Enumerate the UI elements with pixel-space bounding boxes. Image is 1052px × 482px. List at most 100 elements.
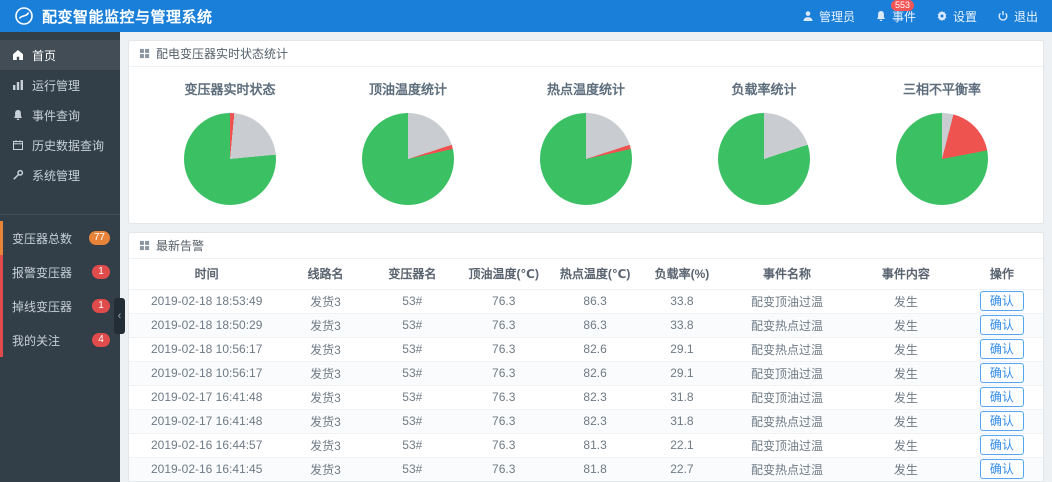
alarm-cell: 发生	[851, 456, 961, 481]
alarm-column-header: 事件内容	[881, 267, 930, 282]
alarm-column-header: 变压器名	[388, 267, 437, 282]
table-row: 2019-02-17 16:41:48 发货3 53# 76.3 82.3 31.8 配变顶…	[129, 384, 1043, 409]
alarm-column-header: 时间	[194, 267, 219, 282]
grid-icon	[139, 240, 150, 251]
alarm-action-cell: 确认	[960, 336, 1043, 361]
alarm-cell: 配变热点过温	[723, 336, 851, 361]
sidebar-item-label: 事件查询	[32, 108, 81, 123]
pie-chart	[896, 113, 988, 205]
sidebar-stat-total[interactable]: 变压器总数 77	[0, 221, 120, 255]
top-nav-admin[interactable]: 管理员	[802, 0, 855, 32]
alarm-table: 时间 线路名 变压器名 顶油温度(℃) 热点温度(℃) 负载率(%) 事件名称 事件内容 操作 …	[129, 259, 1043, 481]
alarm-cell: 22.7	[640, 456, 724, 481]
alarm-cell: 31.8	[640, 408, 724, 433]
sidebar-stat-favorite[interactable]: 我的关注 4	[0, 323, 120, 357]
alarm-cell: 76.3	[458, 432, 550, 457]
sidebar-stats: 变压器总数 77 报警变压器 1 掉线变压器 1 我的关注 4	[0, 214, 120, 357]
sidebar-stat-alarm[interactable]: 报警变压器 1	[0, 255, 120, 289]
alarm-cell: 76.3	[458, 360, 550, 385]
alarm-column-header: 负载率(%)	[654, 267, 710, 282]
sidebar-item-history[interactable]: 历史数据查询	[0, 130, 120, 160]
alarm-cell: 86.3	[549, 288, 641, 313]
alarm-cell: 53#	[366, 312, 459, 337]
top-nav-settings[interactable]: 设置	[936, 0, 977, 32]
alarm-cell: 发货3	[284, 456, 367, 481]
alarm-cell: 33.8	[640, 288, 724, 313]
sidebar-item-label: 系统管理	[32, 168, 81, 183]
alarm-cell: 53#	[366, 288, 459, 313]
alarm-cell: 发货3	[284, 312, 367, 337]
alarm-panel: 最新告警 时间 线路名 变压器名 顶油温度(℃) 热点温度(℃) 负载率(%) 事件名称 事件…	[128, 232, 1044, 482]
app-logo-icon	[14, 6, 34, 26]
table-row: 2019-02-16 16:41:45 发货3 53# 76.3 81.8 22.7 配变热…	[129, 456, 1043, 481]
confirm-button[interactable]: 确认	[979, 363, 1024, 383]
sidebar-item-events[interactable]: 事件查询	[0, 100, 120, 130]
alarm-cell: 配变热点过温	[723, 312, 851, 337]
top-nav-label: 管理员	[818, 9, 855, 24]
top-nav: 管理员 事件 553 设置 退出	[802, 0, 1038, 32]
gear-icon	[936, 10, 948, 22]
top-nav-events[interactable]: 事件 553	[875, 0, 916, 32]
alarm-action-cell: 确认	[960, 384, 1043, 409]
sidebar-item-label: 首页	[32, 48, 57, 63]
alarm-cell: 发货3	[284, 408, 367, 433]
sidebar-collapse-button[interactable]: ‹	[114, 298, 125, 334]
sidebar-stat-offline[interactable]: 掉线变压器 1	[0, 289, 120, 323]
alarm-cell: 发货3	[284, 432, 367, 457]
alarm-action-cell: 确认	[960, 432, 1043, 457]
pie-chart	[540, 113, 632, 205]
sidebar-item-label: 历史数据查询	[32, 138, 105, 153]
alarm-cell: 2019-02-17 16:41:48	[129, 384, 285, 409]
alarm-cell: 31.8	[640, 384, 724, 409]
confirm-button[interactable]: 确认	[979, 459, 1024, 480]
table-row: 2019-02-18 10:56:17 发货3 53# 76.3 82.6 29.1 配变热…	[129, 336, 1043, 361]
alarm-cell: 33.8	[640, 312, 724, 337]
alarm-cell: 76.3	[458, 408, 550, 433]
alarm-cell: 2019-02-18 18:53:49	[129, 288, 285, 313]
alarm-cell: 53#	[366, 456, 459, 481]
pie-chart-title: 负载率统计	[731, 82, 797, 97]
alarm-cell: 86.3	[549, 312, 641, 337]
alarm-table-body: 2019-02-18 18:53:49 发货3 53# 76.3 86.3 33.8 配变顶…	[129, 288, 1043, 481]
table-row: 2019-02-18 10:56:17 发货3 53# 76.3 82.6 29.1 配变顶…	[129, 360, 1043, 385]
pie-chart-block: 变压器实时状态	[145, 79, 314, 205]
stat-label: 我的关注	[12, 333, 61, 348]
pie-chart-block: 顶油温度统计	[323, 79, 492, 205]
sidebar-item-system[interactable]: 系统管理	[0, 160, 120, 190]
bell-icon	[875, 10, 887, 22]
alarm-cell: 76.3	[458, 288, 550, 313]
alarm-cell: 发货3	[284, 336, 367, 361]
alarm-action-cell: 确认	[960, 312, 1043, 337]
sidebar-menu: 首页运行管理事件查询历史数据查询 系统管理	[0, 40, 120, 190]
alarm-cell: 82.3	[549, 384, 641, 409]
confirm-button[interactable]: 确认	[979, 435, 1024, 455]
sidebar-item-run[interactable]: 运行管理	[0, 70, 120, 100]
pie-charts-row: 变压器实时状态 顶油温度统计 热点温度统计 负载率统计 三相不平衡率	[129, 67, 1043, 223]
table-row: 2019-02-16 16:44:57 发货3 53# 76.3 81.3 22.1 配变顶…	[129, 432, 1043, 457]
alarm-cell: 2019-02-18 18:50:29	[129, 312, 285, 337]
top-nav-logout[interactable]: 退出	[997, 0, 1038, 32]
app-title: 配变智能监控与管理系统	[42, 8, 213, 26]
alarm-cell: 82.6	[549, 360, 641, 385]
home-icon	[12, 49, 24, 61]
alarm-cell: 发生	[851, 384, 961, 409]
alarm-cell: 2019-02-18 10:56:17	[129, 360, 285, 385]
pie-chart	[362, 113, 454, 205]
stat-count-badge: 4	[92, 333, 110, 347]
confirm-button[interactable]: 确认	[979, 387, 1024, 407]
alarm-cell: 53#	[366, 384, 459, 409]
sidebar-item-home[interactable]: 首页	[0, 40, 120, 70]
confirm-button[interactable]: 确认	[979, 411, 1024, 431]
confirm-button[interactable]: 确认	[979, 339, 1024, 359]
confirm-button[interactable]: 确认	[979, 291, 1024, 311]
alarm-cell: 81.8	[549, 456, 641, 481]
alarm-cell: 76.3	[458, 384, 550, 409]
confirm-button[interactable]: 确认	[979, 315, 1024, 335]
table-row: 2019-02-17 16:41:48 发货3 53# 76.3 82.3 31.8 配变热…	[129, 408, 1043, 433]
stat-label: 报警变压器	[12, 265, 73, 280]
pie-chart-title: 三相不平衡率	[902, 82, 981, 97]
status-panel-header: 配电变压器实时状态统计	[129, 41, 1043, 67]
sidebar-item-label: 运行管理	[32, 78, 81, 93]
calendar-icon	[12, 139, 24, 151]
status-panel-title: 配电变压器实时状态统计	[156, 47, 289, 61]
